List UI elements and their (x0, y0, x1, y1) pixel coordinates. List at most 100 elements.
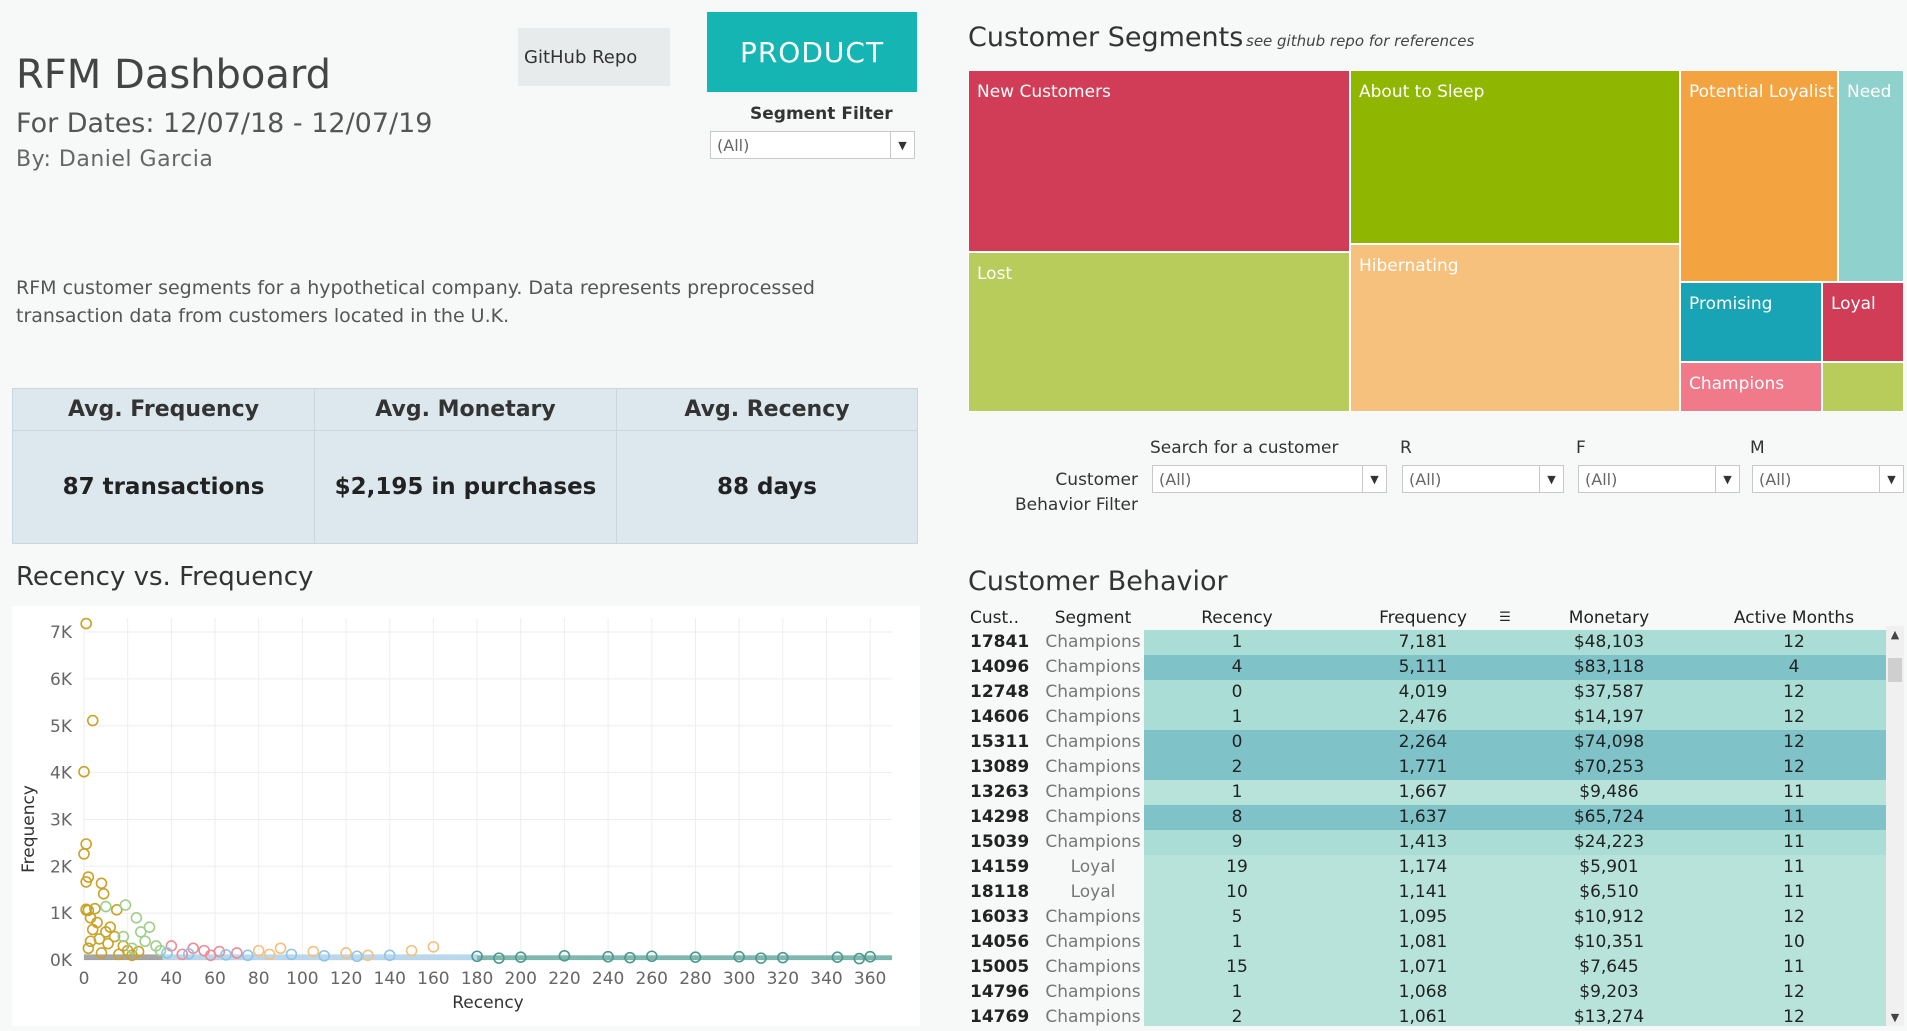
scatter-point[interactable] (130, 912, 143, 924)
col-recency[interactable]: Recency (1144, 608, 1330, 628)
tile-other[interactable] (1822, 362, 1904, 412)
scatter-point[interactable] (102, 937, 114, 950)
cell-recency: 1 (1231, 932, 1243, 952)
recency-frequency-chart[interactable]: 0 20 40 60 80 100 120 140 160 180 200 220 240 260 280 3… (12, 606, 920, 1026)
col-segment[interactable]: Segment (1040, 608, 1146, 628)
table-row[interactable]: 14606 Champions 1 2,476 $14,197 12 (968, 705, 1886, 730)
scatter-point[interactable] (80, 838, 92, 850)
m-filter-label: M (1750, 438, 1765, 458)
behavior-table[interactable]: Cust.. Segment Recency Frequency ☰ Monet… (968, 606, 1904, 1026)
author: By: Daniel Garcia (16, 147, 214, 172)
tile-new-customers[interactable]: New Customers (968, 70, 1350, 252)
cell-monetary: $9,486 (1579, 782, 1639, 802)
sort-descending-icon[interactable]: ☰ (1494, 610, 1516, 625)
y-axis-label: Frequency (19, 785, 39, 873)
scrollbar-thumb[interactable] (1888, 658, 1902, 682)
tile-potential-loyalist[interactable]: Potential Loyalist (1680, 70, 1838, 282)
col-frequency[interactable]: Frequency (1330, 608, 1516, 628)
tile-need-attention[interactable]: Need (1838, 70, 1904, 282)
table-row[interactable]: 15039 Champions 9 1,413 $24,223 11 (968, 830, 1886, 855)
table-row[interactable]: 14056 Champions 1 1,081 $10,351 10 (968, 930, 1886, 955)
scatter-point[interactable] (274, 942, 287, 955)
cell-segment: Champions (1045, 707, 1141, 727)
table-scrollbar[interactable]: ▲ ▼ (1886, 626, 1904, 1026)
scatter-point[interactable] (86, 714, 99, 727)
cell-recency: 2 (1231, 757, 1243, 777)
segments-note: see github repo for references (1246, 32, 1475, 50)
table-row[interactable]: 13089 Champions 2 1,771 $70,253 12 (968, 755, 1886, 780)
scatter-point[interactable] (405, 944, 418, 957)
tile-hibernating[interactable]: Hibernating (1350, 244, 1680, 412)
cell-frequency: 1,667 (1398, 782, 1448, 802)
x-tick-label: 20 (117, 969, 139, 989)
scatter-point[interactable] (80, 617, 92, 630)
scatter-point[interactable] (97, 888, 110, 900)
table-row[interactable]: 14796 Champions 1 1,068 $9,203 12 (968, 980, 1886, 1005)
chevron-down-icon[interactable]: ▼ (1715, 466, 1739, 492)
chevron-down-icon[interactable]: ▼ (1886, 1011, 1904, 1024)
cell-recency: 15 (1226, 957, 1248, 977)
col-customer[interactable]: Cust.. (970, 608, 1030, 628)
cell-segment: Champions (1045, 757, 1141, 777)
scatter-point[interactable] (95, 877, 108, 890)
m-filter-select[interactable]: (All) ▼ (1752, 465, 1904, 493)
segment-filter-select[interactable]: (All) ▼ (710, 131, 915, 159)
kpi-avg-frequency: Avg. Frequency 87 transactions (13, 389, 315, 543)
tile-lost[interactable]: Lost (968, 252, 1350, 412)
f-filter-select[interactable]: (All) ▼ (1578, 465, 1740, 493)
chevron-up-icon[interactable]: ▲ (1886, 628, 1904, 641)
tile-champions[interactable]: Champions (1680, 362, 1822, 412)
tile-loyal[interactable]: Loyal (1822, 282, 1904, 362)
cell-recency: 0 (1231, 682, 1243, 702)
table-row[interactable]: 17841 Champions 1 7,181 $48,103 12 (968, 630, 1886, 655)
x-tick-label: 360 (854, 969, 886, 989)
table-row[interactable]: 18118 Loyal 10 1,141 $6,510 11 (968, 880, 1886, 905)
scatter-point[interactable] (82, 942, 95, 955)
github-repo-button[interactable]: GitHub Repo (518, 28, 670, 86)
table-row[interactable]: 14298 Champions 8 1,637 $65,724 11 (968, 805, 1886, 830)
segment-treemap[interactable]: New Customers About to Sleep Potential L… (968, 70, 1904, 412)
cell-recency: 0 (1231, 732, 1243, 752)
x-tick-label: 320 (767, 969, 799, 989)
table-row[interactable]: 14159 Loyal 19 1,174 $5,901 11 (968, 855, 1886, 880)
chevron-down-icon[interactable]: ▼ (1539, 466, 1563, 492)
scatter-point[interactable] (100, 900, 112, 913)
chevron-down-icon[interactable]: ▼ (1879, 466, 1903, 492)
chevron-down-icon[interactable]: ▼ (1362, 466, 1386, 492)
chevron-down-icon[interactable]: ▼ (890, 132, 914, 158)
cell-customer: 14056 (970, 932, 1030, 952)
scatter-svg[interactable]: 0 20 40 60 80 100 120 140 160 180 200 220 240 260 280 3… (12, 606, 920, 1026)
cell-monetary: $70,253 (1573, 757, 1645, 777)
cell-active-months: 11 (1783, 807, 1805, 827)
cell-frequency: 1,095 (1398, 907, 1448, 927)
cell-monetary: $24,223 (1573, 832, 1645, 852)
cell-frequency: 2,476 (1398, 707, 1448, 727)
x-tick-label: 160 (417, 969, 449, 989)
x-tick-label: 200 (505, 969, 537, 989)
scatter-point[interactable] (134, 926, 147, 938)
customer-search-select[interactable]: (All) ▼ (1152, 465, 1387, 493)
col-monetary[interactable]: Monetary (1516, 608, 1702, 628)
scatter-point[interactable] (119, 899, 132, 911)
tile-about-to-sleep[interactable]: About to Sleep (1350, 70, 1680, 244)
cell-frequency: 1,071 (1398, 957, 1448, 977)
table-row[interactable]: 16033 Champions 5 1,095 $10,912 12 (968, 905, 1886, 930)
cell-frequency: 1,771 (1398, 757, 1448, 777)
segment-filter-label: Segment Filter (750, 104, 893, 124)
tile-promising[interactable]: Promising (1680, 282, 1822, 362)
cell-customer: 18118 (970, 882, 1030, 902)
x-tick-label: 40 (161, 969, 183, 989)
product-button[interactable]: PRODUCT (707, 12, 917, 92)
table-row[interactable]: 15311 Champions 0 2,264 $74,098 12 (968, 730, 1886, 755)
cell-recency: 9 (1231, 832, 1243, 852)
table-row[interactable]: 12748 Champions 0 4,019 $37,587 12 (968, 680, 1886, 705)
y-tick-label: 7K (50, 623, 73, 643)
r-filter-select[interactable]: (All) ▼ (1402, 465, 1564, 493)
cell-frequency: 1,637 (1398, 807, 1448, 827)
table-row[interactable]: 14769 Champions 2 1,061 $13,274 12 (968, 1005, 1886, 1026)
scatter-point[interactable] (139, 935, 151, 948)
table-row[interactable]: 13263 Champions 1 1,667 $9,486 11 (968, 780, 1886, 805)
col-active-months[interactable]: Active Months (1702, 608, 1886, 628)
table-row[interactable]: 14096 Champions 4 5,111 $83,118 4 (968, 655, 1886, 680)
table-row[interactable]: 15005 Champions 15 1,071 $7,645 11 (968, 955, 1886, 980)
